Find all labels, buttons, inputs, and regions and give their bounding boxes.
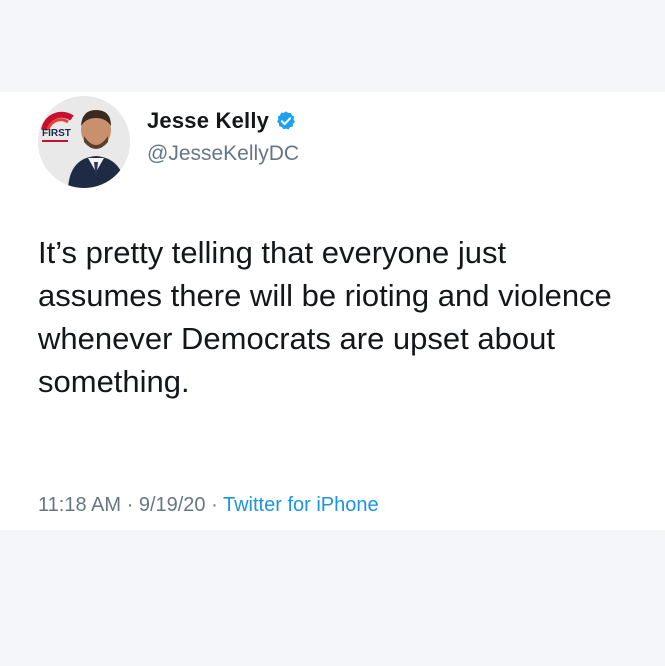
- profile-avatar[interactable]: FIRST: [38, 96, 130, 188]
- tweet-source-link[interactable]: Twitter for iPhone: [223, 494, 379, 516]
- tweet-card: FIRST Jesse Kelly @JesseKellyDC It’s pre…: [0, 92, 665, 530]
- tweet-text: It’s pretty telling that everyone just a…: [38, 235, 612, 399]
- avatar-badge-text: FIRST: [42, 128, 71, 139]
- author-display-name[interactable]: Jesse Kelly: [147, 108, 269, 134]
- tweet-time[interactable]: 11:18 AM: [38, 494, 121, 516]
- author-handle[interactable]: @JesseKellyDC: [147, 142, 299, 166]
- tweet-date[interactable]: 9/19/20: [139, 494, 206, 516]
- tweet-meta: 11:18 AM · 9/19/20 · Twitter for iPhone: [38, 494, 379, 517]
- author-name-row[interactable]: Jesse Kelly: [147, 108, 297, 134]
- meta-separator: ·: [211, 494, 218, 516]
- verified-badge-icon: [275, 110, 297, 132]
- avatar-image: FIRST: [38, 96, 130, 188]
- meta-separator: ·: [126, 494, 134, 516]
